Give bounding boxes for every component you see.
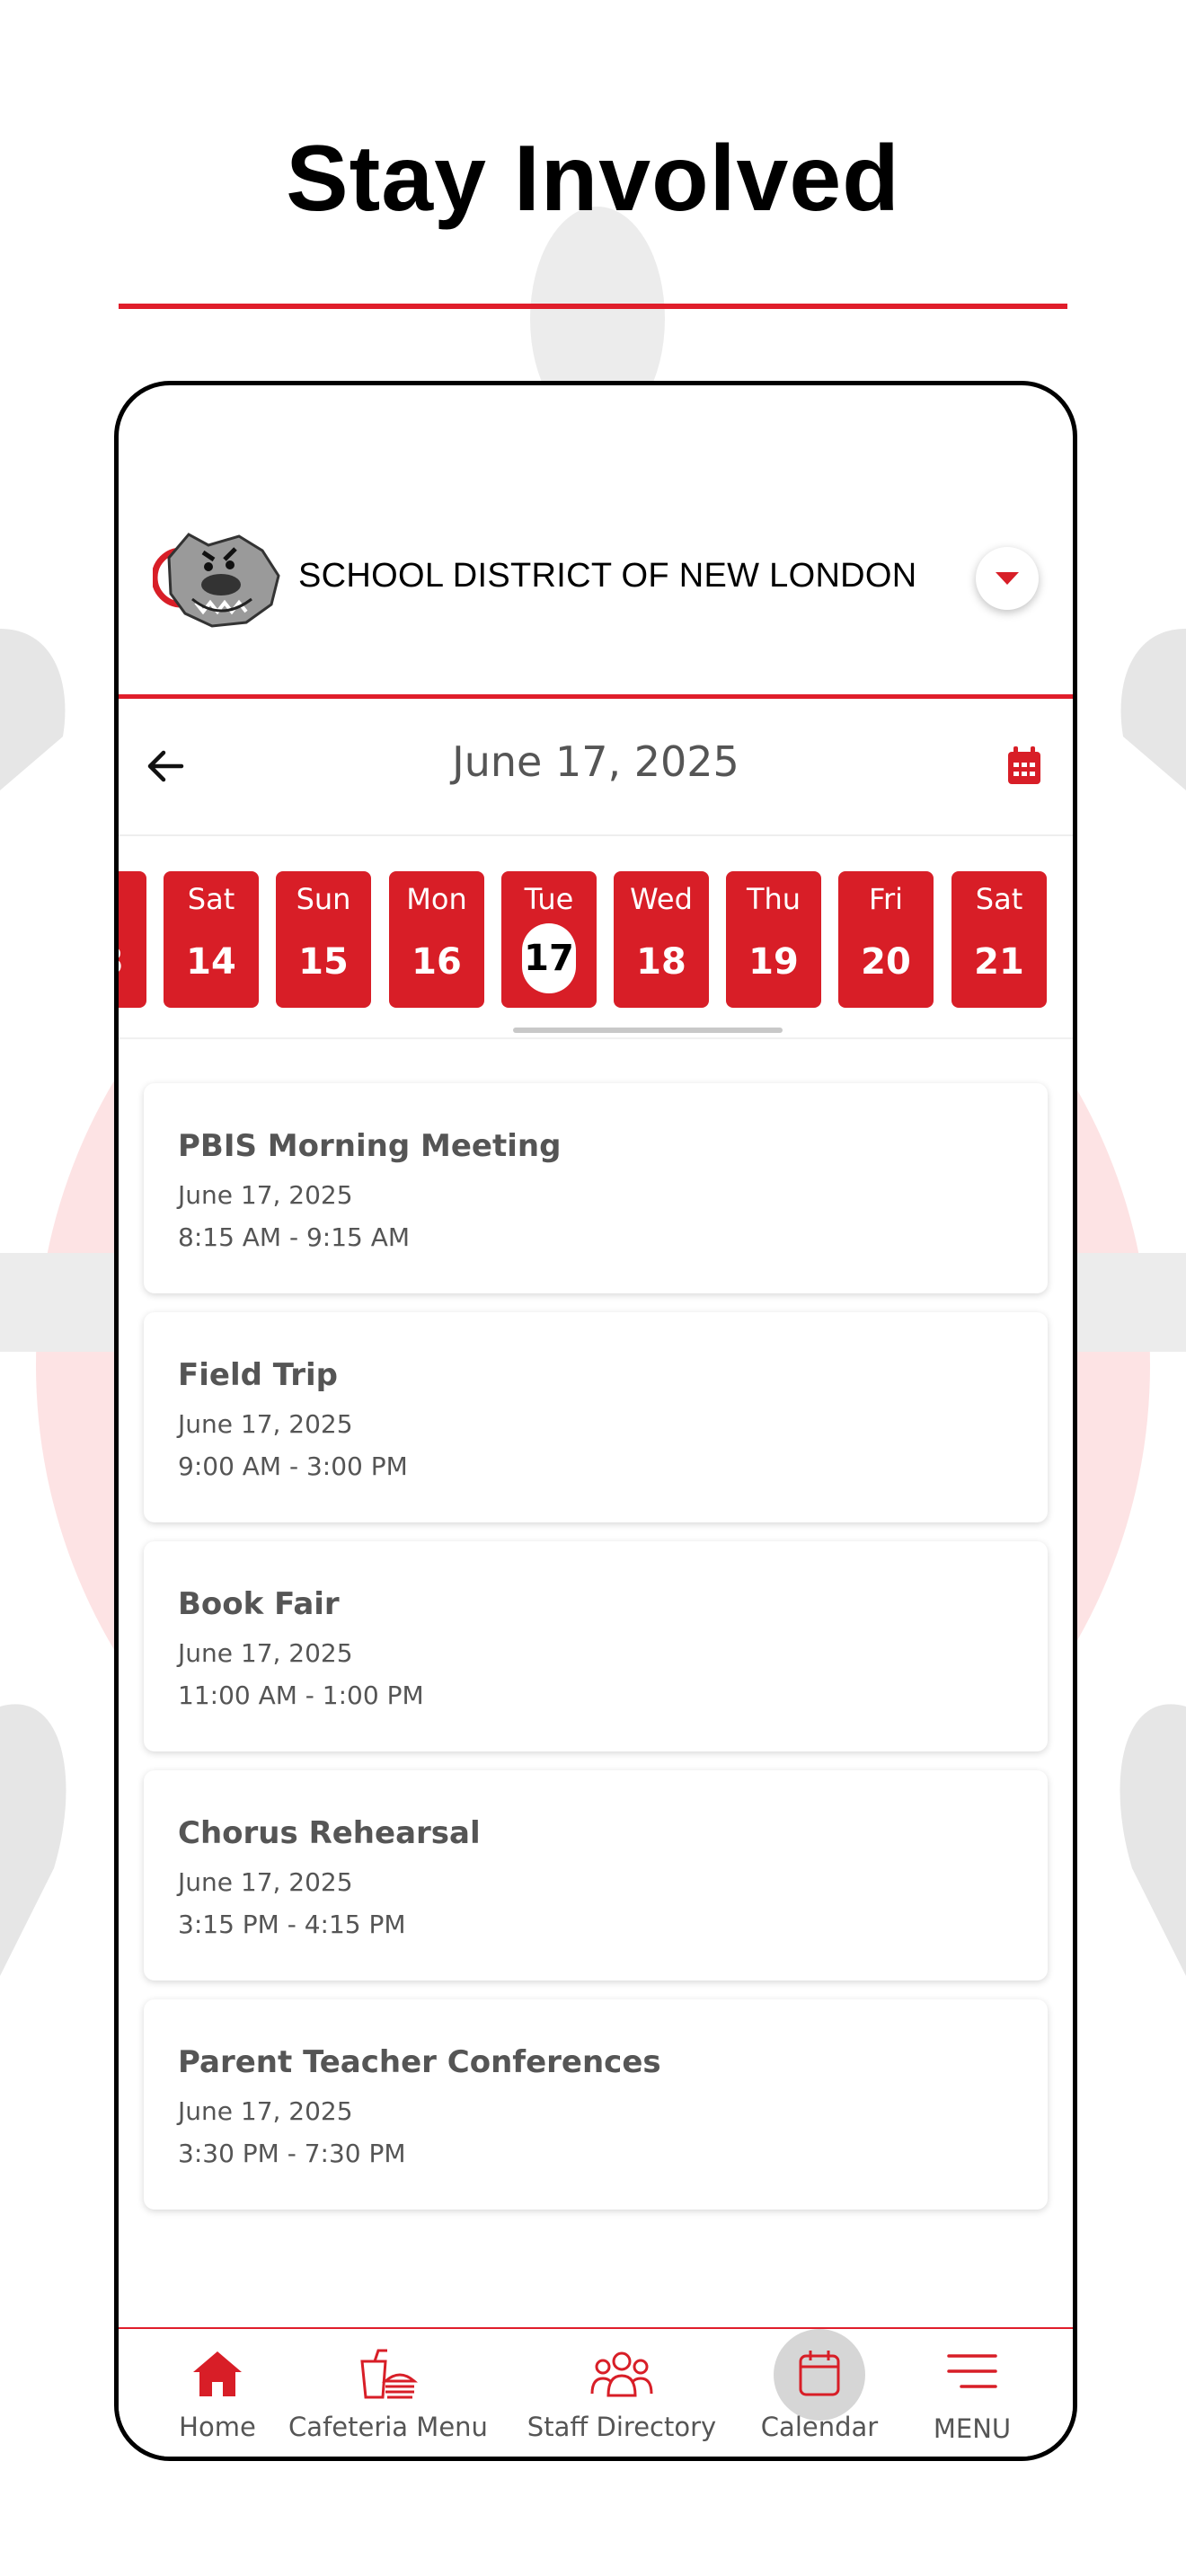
day-number: 18 — [636, 941, 686, 983]
nav-menu-label: MENU — [933, 2413, 1012, 2444]
caret-down-icon — [996, 572, 1019, 585]
event-date: June 17, 2025 — [178, 1638, 353, 1668]
event-time: 9:00 AM - 3:00 PM — [178, 1451, 408, 1481]
event-title: Book Fair — [178, 1586, 340, 1622]
nav-calendar-label: Calendar — [760, 2412, 879, 2442]
district-dropdown-button[interactable] — [976, 547, 1039, 610]
district-name: SCHOOL DISTRICT OF NEW LONDON — [298, 557, 917, 595]
day-wed-18[interactable]: Wed 18 — [614, 871, 709, 1008]
nav-menu[interactable]: MENU — [905, 2329, 1040, 2457]
day-number: 13 — [119, 941, 146, 983]
day-fri-13[interactable]: Fri 13 — [119, 871, 146, 1008]
nav-staff-directory[interactable]: Staff Directory — [514, 2329, 730, 2457]
bulldog-logo-icon — [153, 533, 280, 628]
nav-home[interactable]: Home — [155, 2329, 280, 2457]
event-title: Field Trip — [178, 1357, 338, 1393]
day-tue-17[interactable]: Tue 17 — [501, 871, 597, 1008]
day-name: Tue — [524, 882, 574, 916]
event-date: June 17, 2025 — [178, 1867, 353, 1897]
day-number: 14 — [186, 941, 236, 983]
event-card[interactable]: Field Trip June 17, 2025 9:00 AM - 3:00 PM — [144, 1312, 1048, 1522]
event-card[interactable]: Book Fair June 17, 2025 11:00 AM - 1:00 PM — [144, 1541, 1048, 1751]
nav-cafeteria-label: Cafeteria Menu — [288, 2412, 488, 2442]
event-date: June 17, 2025 — [178, 1409, 353, 1439]
day-fri-20[interactable]: Fri 20 — [838, 871, 934, 1008]
current-date: June 17, 2025 — [452, 737, 739, 786]
app-header: SCHOOL DISTRICT OF NEW LONDON — [119, 385, 1073, 699]
event-time: 11:00 AM - 1:00 PM — [178, 1681, 424, 1710]
day-number-selected: 17 — [522, 923, 576, 993]
day-name: Sat — [975, 882, 1023, 916]
event-time: 8:15 AM - 9:15 AM — [178, 1222, 411, 1252]
page-title: Stay Involved — [286, 127, 900, 231]
day-strip-divider — [119, 1037, 1073, 1039]
event-time: 3:15 PM - 4:15 PM — [178, 1910, 406, 1939]
event-date: June 17, 2025 — [178, 1180, 353, 1210]
food-icon — [360, 2349, 418, 2399]
nav-staff-label: Staff Directory — [527, 2412, 717, 2442]
nav-calendar[interactable]: Calendar — [748, 2329, 891, 2457]
date-navigation: June 17, 2025 — [119, 700, 1073, 836]
day-strip[interactable]: Fri 13 Sat 14 Sun 15 Mon 16 Tue 17 Wed 18 Thu 19 Fri 20… — [119, 871, 1073, 1024]
event-title: PBIS Morning Meeting — [178, 1128, 562, 1164]
day-strip-scrollbar[interactable] — [513, 1028, 783, 1033]
day-name: Mon — [406, 882, 467, 916]
people-icon — [590, 2351, 653, 2397]
day-number: 16 — [412, 941, 462, 983]
day-number: 20 — [861, 941, 911, 983]
home-icon — [193, 2351, 242, 2396]
header-divider — [119, 694, 1073, 699]
day-number: 19 — [748, 941, 799, 983]
event-date: June 17, 2025 — [178, 2096, 353, 2126]
phone-frame: SCHOOL DISTRICT OF NEW LONDON June 17, 2… — [114, 381, 1077, 2461]
event-card[interactable]: PBIS Morning Meeting June 17, 2025 8:15 AM… — [144, 1083, 1048, 1293]
calendar-icon — [799, 2351, 840, 2396]
nav-cafeteria-menu[interactable]: Cafeteria Menu — [280, 2329, 496, 2457]
event-title: Chorus Rehearsal — [178, 1815, 481, 1851]
day-name: Sat — [187, 882, 235, 916]
day-sun-15[interactable]: Sun 15 — [276, 871, 371, 1008]
day-name: Sun — [296, 882, 351, 916]
day-sat-14[interactable]: Sat 14 — [164, 871, 259, 1008]
day-name: Fri — [868, 882, 904, 916]
day-name: Fri — [119, 882, 146, 916]
day-mon-16[interactable]: Mon 16 — [389, 871, 484, 1008]
event-time: 3:30 PM - 7:30 PM — [178, 2139, 406, 2168]
day-name: Wed — [630, 882, 693, 916]
event-card[interactable]: Chorus Rehearsal June 17, 2025 3:15 PM - 4… — [144, 1770, 1048, 1981]
hamburger-icon — [947, 2354, 997, 2388]
nav-home-label: Home — [179, 2412, 256, 2442]
calendar-picker-icon[interactable] — [1006, 746, 1042, 786]
day-number: 21 — [974, 941, 1024, 983]
title-divider — [119, 304, 1067, 309]
day-sat-21[interactable]: Sat 21 — [951, 871, 1047, 1008]
bottom-navigation: Home Cafeteria Menu Staff Directory Cale… — [119, 2327, 1073, 2457]
event-card[interactable]: Parent Teacher Conferences June 17, 2025 3… — [144, 1999, 1048, 2210]
day-name: Thu — [746, 882, 801, 916]
day-thu-19[interactable]: Thu 19 — [726, 871, 821, 1008]
day-number: 15 — [298, 941, 349, 983]
event-title: Parent Teacher Conferences — [178, 2044, 661, 2080]
